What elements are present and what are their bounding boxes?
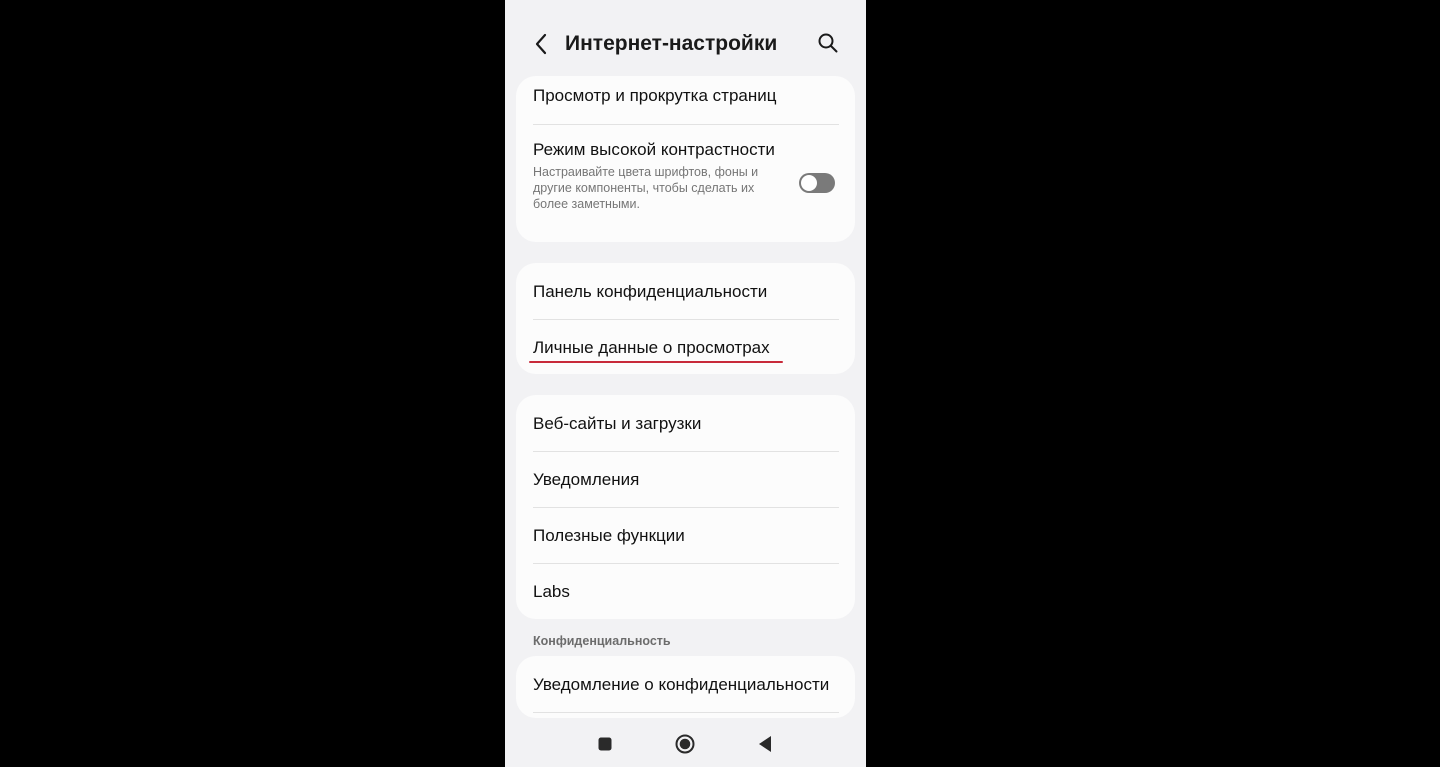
recent-apps-button[interactable]: [593, 732, 617, 756]
divider: [533, 563, 839, 564]
back-button[interactable]: [529, 30, 553, 58]
phone-screen: Интернет-настройки Просмотр и прокрутка …: [505, 0, 866, 767]
search-button[interactable]: [817, 32, 841, 56]
list-item-privacy-dashboard[interactable]: Панель конфиденциальности: [533, 282, 839, 302]
recent-apps-icon: [598, 737, 612, 751]
list-item-privacy-notice[interactable]: Уведомление о конфиденциальности: [533, 675, 839, 695]
nav-back-icon: [759, 736, 771, 752]
list-item-notifications[interactable]: Уведомления: [533, 470, 839, 490]
divider: [533, 507, 839, 508]
high-contrast-toggle[interactable]: [799, 173, 835, 193]
item-label: Веб-сайты и загрузки: [533, 414, 702, 433]
settings-group-general: Веб-сайты и загрузки Уведомления Полезны…: [516, 395, 855, 619]
home-icon: [675, 734, 695, 754]
settings-group-privacy-panel: Панель конфиденциальности Личные данные …: [516, 263, 855, 374]
item-label: Просмотр и прокрутка страниц: [533, 86, 777, 105]
item-label: Личные данные о просмотрах: [533, 338, 770, 357]
settings-group-display: Просмотр и прокрутка страниц Режим высок…: [516, 76, 855, 242]
list-item-websites-downloads[interactable]: Веб-сайты и загрузки: [533, 414, 839, 434]
item-description: Настраивайте цвета шрифтов, фоны и други…: [533, 165, 759, 211]
back-arrow-icon: [535, 33, 547, 55]
item-label: Уведомления: [533, 470, 640, 489]
list-item-labs[interactable]: Labs: [533, 582, 839, 602]
item-label: Уведомление о конфиденциальности: [533, 675, 830, 694]
divider: [533, 319, 839, 320]
settings-group-privacy: Уведомление о конфиденциальности: [516, 656, 855, 718]
section-header-privacy: Конфиденциальность: [533, 634, 671, 648]
divider: [533, 124, 839, 125]
item-label: Панель конфиденциальности: [533, 282, 768, 301]
item-label: Полезные функции: [533, 526, 685, 545]
list-item-high-contrast[interactable]: Режим высокой контрастности Настраивайте…: [533, 140, 775, 212]
annotation-underline: [529, 361, 783, 363]
list-item-personal-browsing-data[interactable]: Личные данные о просмотрах: [533, 338, 839, 358]
list-item-page-view-scroll[interactable]: Просмотр и прокрутка страниц: [533, 86, 839, 106]
page-title: Интернет-настройки: [565, 32, 778, 55]
toggle-knob: [801, 175, 817, 191]
item-label: Labs: [533, 582, 570, 601]
search-icon: [818, 33, 838, 53]
home-button[interactable]: [673, 732, 697, 756]
divider: [533, 712, 839, 713]
divider: [533, 451, 839, 452]
nav-back-button[interactable]: [753, 732, 777, 756]
list-item-useful-features[interactable]: Полезные функции: [533, 526, 839, 546]
item-label: Режим высокой контрастности: [533, 140, 775, 159]
system-nav-bar: [505, 718, 866, 767]
app-bar: Интернет-настройки: [505, 0, 866, 76]
